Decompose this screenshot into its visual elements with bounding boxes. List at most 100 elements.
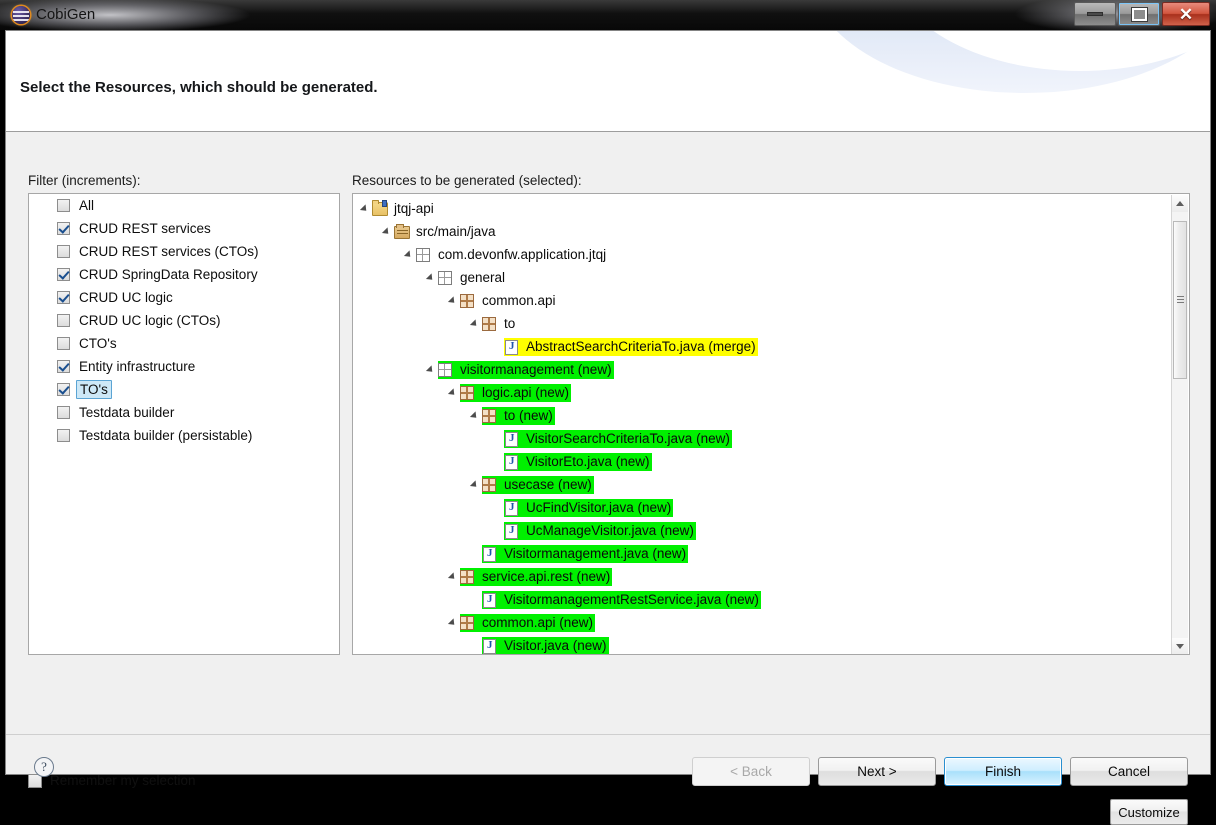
scroll-up-icon[interactable] [1172,195,1188,212]
filter-item-10[interactable]: Testdata builder (persistable) [29,424,339,447]
java-file-icon [504,523,520,539]
filter-checkbox-6[interactable] [57,337,70,350]
tree-node-label: general [460,269,506,285]
filter-checkbox-3[interactable] [57,268,70,281]
tree-node-label: usecase (new) [504,476,592,492]
filter-item-label: All [79,198,95,213]
tree-expand-arrow-icon[interactable] [425,364,436,375]
back-button[interactable]: < Back [692,757,810,786]
filter-item-label: CRUD SpringData Repository [79,267,258,282]
tree-row[interactable]: to [353,312,1153,335]
tree-node-label: VisitorEto.java (new) [526,453,650,469]
filter-checkbox-9[interactable] [57,406,70,419]
filter-item-7[interactable]: Entity infrastructure [29,355,339,378]
tree-expand-arrow-icon[interactable] [447,295,458,306]
title-bar[interactable]: CobiGen ✕ [0,0,1216,30]
tree-node-content: common.api [460,292,558,310]
filter-checkbox-7[interactable] [57,360,70,373]
tree-node-content: to [482,315,517,333]
filter-item-label: CRUD UC logic [79,290,173,305]
tree-row[interactable]: Visitormanagement.java (new) [353,542,1153,565]
filter-item-2[interactable]: CRUD REST services (CTOs) [29,240,339,263]
filter-item-1[interactable]: CRUD REST services [29,217,339,240]
tree-node-label: common.api (new) [482,614,594,630]
tree-expand-arrow-icon[interactable] [447,617,458,628]
filter-item-label: Testdata builder (persistable) [79,428,253,443]
minimize-icon [1087,12,1103,16]
tree-node-label: logic.api (new) [482,384,570,400]
tree-row[interactable]: UcFindVisitor.java (new) [353,496,1153,519]
tree-node-content: common.api (new) [460,613,596,632]
filter-checkbox-0[interactable] [57,199,70,212]
dialog-body: Filter (increments): All CRUD REST servic… [6,132,1210,825]
maximize-button[interactable] [1118,2,1160,26]
tree-row[interactable]: general [353,266,1153,289]
scrollbar-thumb[interactable] [1173,221,1187,379]
tree-row[interactable]: to (new) [353,404,1153,427]
tree-row[interactable]: AbstractSearchCriteriaTo.java (merge) [353,335,1153,358]
filter-item-8[interactable]: TO's [29,378,339,401]
package-filled-icon [460,293,476,309]
minimize-button[interactable] [1074,2,1116,26]
resources-tree[interactable]: jtqj-api src/main/java com.devonfw.applica… [352,193,1190,655]
filter-item-9[interactable]: Testdata builder [29,401,339,424]
tree-expand-arrow-icon[interactable] [469,410,480,421]
tree-expand-arrow-icon[interactable] [359,203,370,214]
tree-node-label: UcManageVisitor.java (new) [526,522,694,538]
tree-node-content: VisitorEto.java (new) [504,452,652,471]
tree-expand-arrow-icon[interactable] [425,272,436,283]
tree-node-content: VisitormanagementRestService.java (new) [482,590,761,609]
filter-item-6[interactable]: CTO's [29,332,339,355]
package-filled-icon [482,408,498,424]
filter-checkbox-8[interactable] [57,383,70,396]
next-button[interactable]: Next > [818,757,936,786]
filter-list[interactable]: All CRUD REST services CRUD REST services … [28,193,340,655]
filter-item-5[interactable]: CRUD UC logic (CTOs) [29,309,339,332]
filter-item-0[interactable]: All [29,194,339,217]
tree-node-label: to (new) [504,407,553,423]
tree-node-content: to (new) [482,406,555,425]
tree-row[interactable]: src/main/java [353,220,1153,243]
filter-item-4[interactable]: CRUD UC logic [29,286,339,309]
tree-expand-arrow-icon[interactable] [469,318,480,329]
remember-selection-row[interactable]: Remember my selection [28,773,196,788]
tree-row[interactable]: VisitorSearchCriteriaTo.java (new) [353,427,1153,450]
filter-checkbox-10[interactable] [57,429,70,442]
tree-node-label: UcFindVisitor.java (new) [526,499,672,515]
filter-checkbox-2[interactable] [57,245,70,258]
filter-checkbox-5[interactable] [57,314,70,327]
tree-expand-arrow-icon[interactable] [403,249,414,260]
package-empty-icon [416,247,432,263]
tree-row[interactable]: common.api (new) [353,611,1153,634]
scroll-down-icon[interactable] [1172,638,1188,654]
cobigen-logo-icon [12,6,30,24]
wizard-header: Select the Resources, which should be ge… [6,31,1210,132]
tree-row[interactable]: com.devonfw.application.jtqj [353,243,1153,266]
close-button[interactable]: ✕ [1162,2,1210,26]
tree-row[interactable]: VisitormanagementRestService.java (new) [353,588,1153,611]
tree-row[interactable]: jtqj-api [353,197,1153,220]
tree-row[interactable]: VisitorEto.java (new) [353,450,1153,473]
java-file-icon [504,431,520,447]
tree-row[interactable]: service.api.rest (new) [353,565,1153,588]
finish-button[interactable]: Finish [944,757,1062,786]
tree-node-label: Visitor.java (new) [504,637,607,653]
tree-row[interactable]: usecase (new) [353,473,1153,496]
help-icon[interactable]: ? [34,757,54,777]
filter-item-3[interactable]: CRUD SpringData Repository [29,263,339,286]
tree-expand-arrow-icon[interactable] [447,571,458,582]
tree-expand-arrow-icon[interactable] [447,387,458,398]
tree-row[interactable]: logic.api (new) [353,381,1153,404]
customize-button[interactable]: Customize [1110,799,1188,825]
tree-expand-arrow-icon[interactable] [381,226,392,237]
tree-row[interactable]: visitormanagement (new) [353,358,1153,381]
tree-row[interactable]: common.api [353,289,1153,312]
filter-checkbox-4[interactable] [57,291,70,304]
tree-expand-arrow-icon[interactable] [469,479,480,490]
filter-checkbox-1[interactable] [57,222,70,235]
tree-row[interactable]: Visitor.java (new) [353,634,1153,654]
tree-vertical-scrollbar[interactable] [1171,195,1188,654]
cancel-button[interactable]: Cancel [1070,757,1188,786]
tree-row[interactable]: UcManageVisitor.java (new) [353,519,1153,542]
java-file-icon [504,454,520,470]
